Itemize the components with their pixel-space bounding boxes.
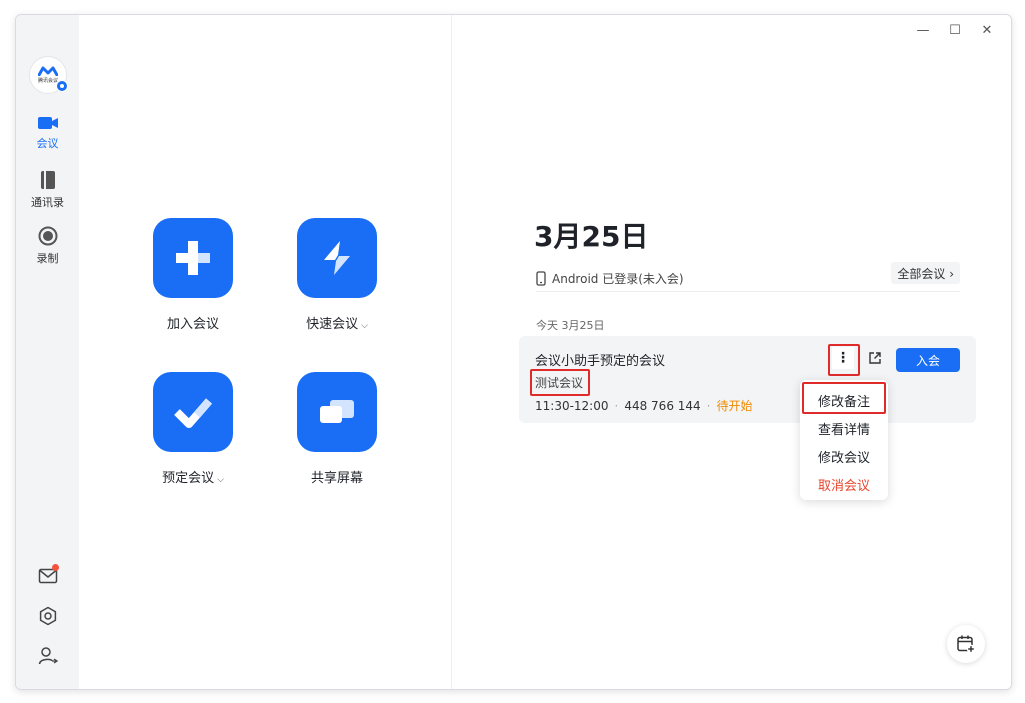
share-screen-action[interactable]: 共享屏幕: [287, 372, 387, 486]
meetings-panel: — ☐ ✕ 3月25日 Android 已登录(未入会) 全部会议 › 今天 3…: [452, 15, 1011, 689]
mail-button[interactable]: [36, 564, 60, 588]
chevron-down-icon[interactable]: ⌵: [361, 321, 368, 331]
meeting-context-menu: 修改备注 查看详情 修改会议 取消会议: [800, 380, 888, 500]
join-button[interactable]: 入会: [896, 348, 960, 372]
schedule-meeting-action[interactable]: 预定会议 ⌵: [143, 372, 243, 486]
share-screen-tile[interactable]: [297, 372, 377, 452]
quick-meeting-label: 快速会议 ⌵: [306, 313, 368, 332]
meeting-id: 448 766 144: [624, 398, 701, 413]
join-meeting-tile[interactable]: [153, 218, 233, 298]
join-meeting-action[interactable]: 加入会议: [143, 218, 243, 332]
meeting-status: 待开始: [716, 399, 753, 413]
user-switch-icon: [38, 647, 58, 665]
menu-item-view-details[interactable]: 查看详情: [800, 414, 888, 442]
video-camera-icon: [37, 117, 58, 129]
share-screen-label: 共享屏幕: [310, 471, 363, 486]
sidebar-item-label: 录制: [36, 252, 59, 265]
account-button[interactable]: [36, 644, 60, 668]
sidebar-item-recordings[interactable]: 录制: [16, 226, 79, 266]
sidebar-item-label: 通讯录: [31, 196, 64, 209]
check-icon: [174, 398, 213, 428]
unread-dot: [52, 564, 59, 571]
menu-item-cancel-meeting[interactable]: 取消会议: [800, 470, 888, 498]
all-meetings-button[interactable]: 全部会议 ›: [891, 262, 960, 284]
login-status-row: Android 已登录(未入会) 全部会议 ›: [536, 262, 960, 292]
day-label: 今天 3月25日: [536, 319, 605, 332]
screen-share-icon: [320, 400, 354, 423]
address-book-icon: [40, 171, 55, 189]
highlight-box: [828, 344, 860, 376]
schedule-meeting-tile[interactable]: [153, 372, 233, 452]
plus-icon: [176, 241, 210, 275]
sidebar-item-meetings[interactable]: 会议: [16, 115, 79, 151]
separator-dot: ·: [706, 398, 711, 413]
lightning-icon: [324, 241, 350, 275]
highlight-box: [530, 369, 590, 396]
menu-item-edit-meeting[interactable]: 修改会议: [800, 442, 888, 470]
window-controls: — ☐ ✕: [907, 19, 1003, 41]
minimize-button[interactable]: —: [907, 19, 939, 41]
logo-text: 腾讯会议: [37, 78, 58, 84]
settings-button[interactable]: [36, 604, 60, 628]
schedule-meeting-label: 预定会议 ⌵: [162, 467, 224, 486]
settings-icon: [39, 606, 57, 626]
sidebar: 腾讯会议 会议 通讯录 录制: [16, 15, 79, 689]
meeting-title: 会议小助手预定的会议: [535, 354, 666, 369]
logo-mark-icon: [38, 66, 58, 76]
schedule-meeting-text: 预定会议: [162, 471, 215, 486]
meeting-time: 11:30-12:00: [535, 398, 609, 413]
sidebar-item-contacts[interactable]: 通讯录: [16, 170, 79, 210]
phone-icon: [536, 270, 546, 286]
app-window: 腾讯会议 会议 通讯录 录制 加入会议 快速会议 ⌵ 预定会议 ⌵ 共享屏幕 —…: [15, 14, 1012, 690]
sidebar-item-label: 会议: [36, 137, 59, 150]
close-button[interactable]: ✕: [971, 19, 1003, 41]
separator-dot: ·: [614, 398, 619, 413]
calendar-add-icon: [957, 635, 976, 654]
meeting-card[interactable]: 会议小助手预定的会议 测试会议 11:30-12:00 · 448 766 14…: [519, 336, 976, 423]
login-status-text: Android 已登录(未入会): [552, 271, 684, 286]
meeting-meta: 11:30-12:00 · 448 766 144 · 待开始: [535, 397, 753, 414]
chevron-down-icon[interactable]: ⌵: [217, 475, 224, 485]
app-logo[interactable]: 腾讯会议: [29, 56, 68, 94]
highlight-box: [802, 382, 886, 414]
share-meeting-button[interactable]: [865, 348, 885, 368]
external-share-icon: [869, 352, 881, 364]
logo-badge: [56, 80, 68, 92]
quick-meeting-text: 快速会议: [306, 317, 359, 332]
record-icon: [38, 226, 57, 246]
maximize-button[interactable]: ☐: [939, 19, 971, 41]
date-title: 3月25日: [534, 220, 649, 253]
join-meeting-label: 加入会议: [166, 317, 219, 332]
add-calendar-button[interactable]: [947, 625, 985, 663]
quick-meeting-action[interactable]: 快速会议 ⌵: [287, 218, 387, 332]
quick-meeting-tile[interactable]: [297, 218, 377, 298]
quick-actions-panel: 加入会议 快速会议 ⌵ 预定会议 ⌵ 共享屏幕: [79, 15, 452, 689]
